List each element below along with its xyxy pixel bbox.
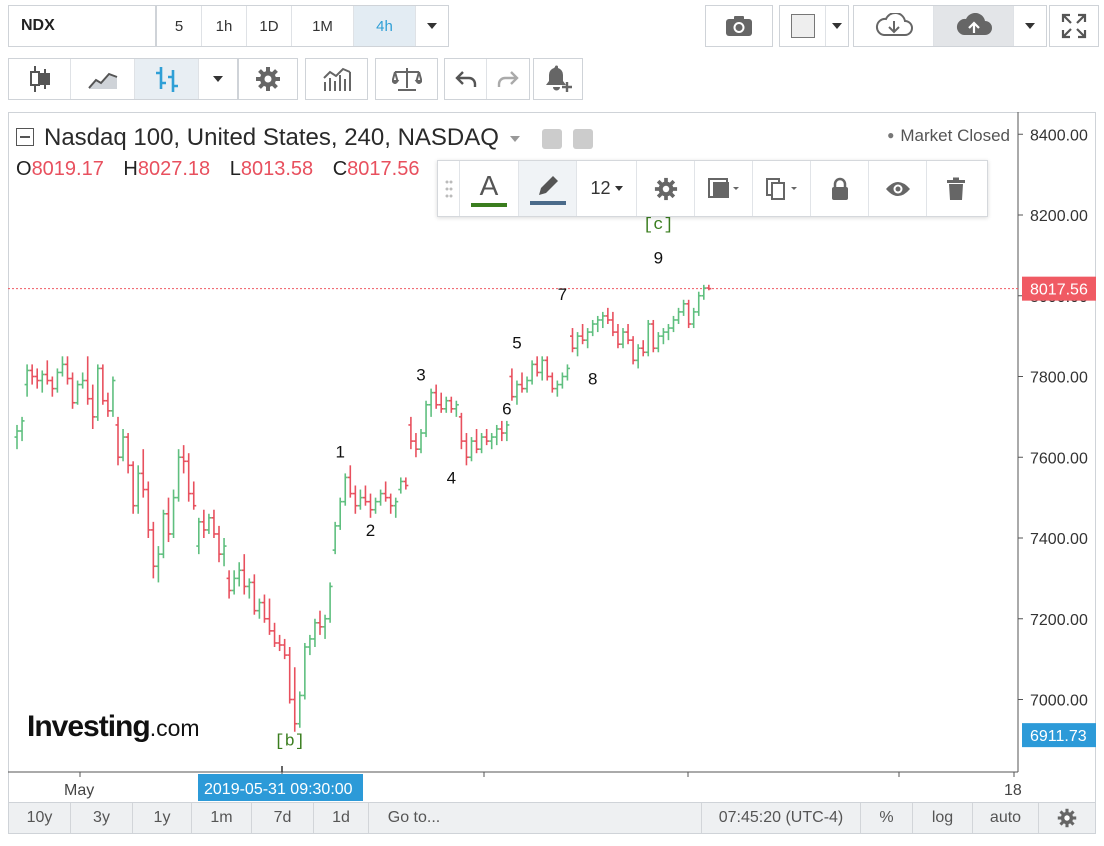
price-tick-label: 7600.00	[1030, 450, 1088, 467]
wave-label: 7	[558, 285, 567, 304]
wave-label: [c]	[643, 216, 674, 235]
pencil-icon	[538, 175, 558, 195]
layers-icon	[707, 177, 739, 198]
price-tick-label: 7800.00	[1030, 370, 1088, 387]
lock-icon	[831, 177, 848, 200]
line-color-swatch	[529, 200, 566, 205]
open-label: O	[16, 158, 32, 180]
range-1y[interactable]: 1y	[133, 803, 192, 833]
layer-order-button[interactable]	[695, 161, 753, 216]
log-scale-toggle[interactable]: log	[913, 803, 973, 833]
high-label: H	[123, 158, 138, 180]
clone-icon	[765, 177, 797, 200]
text-color-icon: A	[479, 169, 499, 201]
gear-icon[interactable]	[572, 128, 593, 149]
bottom-bar: 10y 3y 1y 1m 7d 1d Go to... 07:45:20 (UT…	[8, 802, 1096, 834]
legend-title: Nasdaq 100, United States, 240, NASDAQ	[44, 124, 593, 152]
legend-ohlc: O8019.17 H8027.18 L8013.58 C8017.56	[16, 158, 433, 181]
wave-label: [b]	[274, 733, 305, 752]
price-tick-label: 7200.00	[1030, 612, 1088, 629]
visibility-button[interactable]	[869, 161, 927, 216]
price-tick-label: 7000.00	[1030, 693, 1088, 710]
wave-label: 6	[502, 400, 511, 419]
close-value: 8017.56	[347, 158, 420, 180]
clock-timezone-button[interactable]: 07:45:20 (UTC-4)	[701, 803, 861, 833]
low-label: L	[229, 158, 241, 180]
drag-handle[interactable]	[438, 161, 460, 216]
text-color-button[interactable]: A	[460, 161, 519, 216]
collapse-legend-icon[interactable]	[16, 128, 34, 146]
drawing-settings-button[interactable]	[637, 161, 695, 216]
drawing-toolbar: A 12	[437, 160, 988, 217]
percent-scale-toggle[interactable]: %	[861, 803, 913, 833]
delete-drawing-button[interactable]	[927, 161, 985, 216]
wave-label: 2	[366, 521, 375, 540]
wave-label: 3	[416, 366, 425, 385]
gear-icon	[1057, 808, 1077, 828]
trash-icon	[947, 177, 965, 200]
chevron-down-icon[interactable]	[509, 135, 520, 142]
low-price-label: 6911.73	[1030, 728, 1087, 745]
investing-logo: Investing.com	[27, 710, 200, 743]
auto-scale-toggle[interactable]: auto	[973, 803, 1039, 833]
price-tick-label: 8400.00	[1030, 127, 1088, 144]
wave-label: 1	[335, 442, 344, 461]
high-value: 8027.18	[137, 158, 211, 180]
range-1m[interactable]: 1m	[192, 803, 252, 833]
line-color-button[interactable]	[519, 161, 577, 216]
goto-date-button[interactable]: Go to...	[369, 803, 459, 833]
open-value: 8019.17	[31, 158, 104, 180]
scale-settings-button[interactable]	[1039, 803, 1095, 833]
market-status: Market Closed	[887, 126, 1010, 146]
price-tick-label: 7400.00	[1030, 531, 1088, 548]
time-tick-label: May	[64, 782, 94, 799]
wave-label: 8	[588, 369, 597, 388]
text-color-swatch	[471, 202, 507, 207]
time-tick-label: 18	[1004, 782, 1022, 799]
eye-icon	[885, 181, 910, 196]
gear-icon	[654, 177, 677, 200]
chevron-down-icon	[614, 186, 623, 191]
range-1d[interactable]: 1d	[314, 803, 369, 833]
price-tick-label: 8200.00	[1030, 208, 1088, 225]
wave-label: 5	[512, 333, 521, 352]
low-value: 8013.58	[240, 158, 314, 180]
current-price-label: 8017.56	[1030, 282, 1088, 299]
eye-icon[interactable]	[542, 128, 563, 149]
range-3y[interactable]: 3y	[71, 803, 133, 833]
wave-label: 9	[654, 249, 663, 268]
range-7d[interactable]: 7d	[252, 803, 314, 833]
crosshair-time-label: 2019-05-31 09:30:00	[204, 781, 353, 798]
clone-button[interactable]	[753, 161, 811, 216]
lock-button[interactable]	[811, 161, 869, 216]
font-size-dropdown[interactable]: 12	[577, 161, 637, 216]
close-label: C	[332, 158, 348, 180]
wave-label: 4	[447, 468, 456, 487]
range-10y[interactable]: 10y	[9, 803, 71, 833]
drag-handle-icon	[445, 180, 452, 197]
